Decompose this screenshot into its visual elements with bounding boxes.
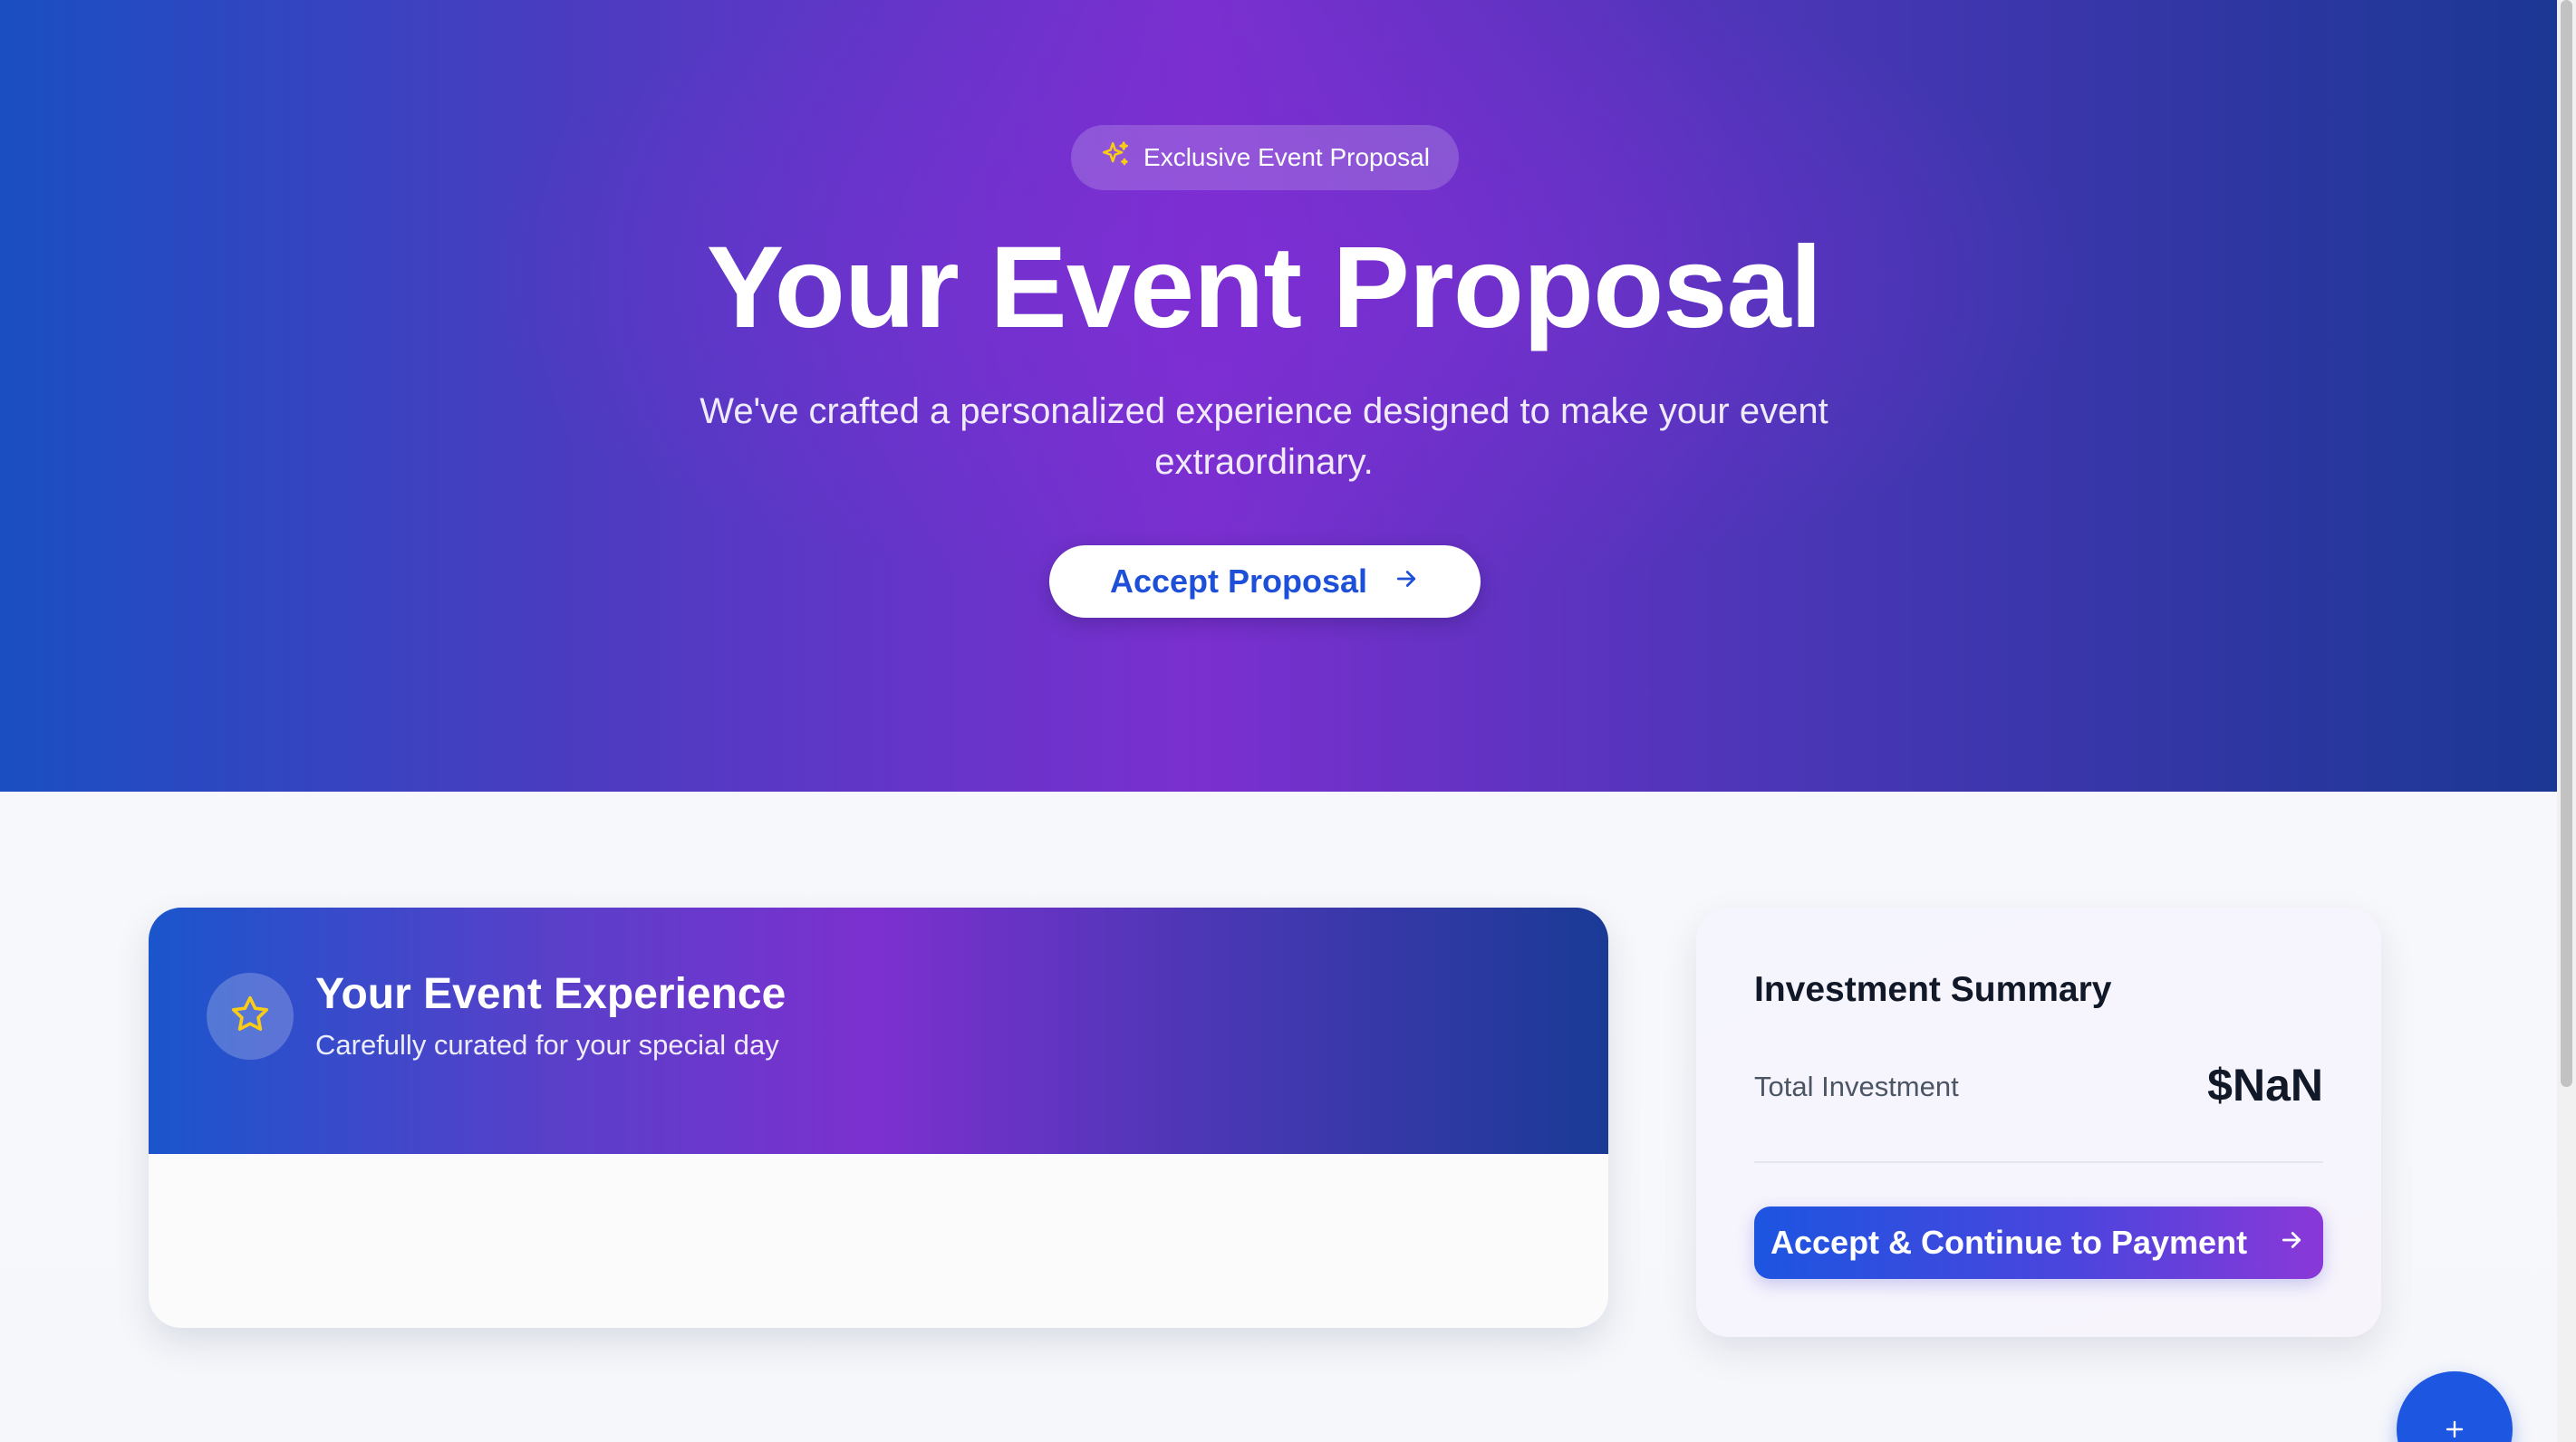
- scrollbar-thumb[interactable]: [2561, 0, 2572, 1087]
- event-card-title: Your Event Experience: [315, 970, 786, 1018]
- proposal-page: Exclusive Event Proposal Your Event Prop…: [0, 0, 2576, 1442]
- total-investment-value: $NaN: [2207, 1060, 2323, 1110]
- summary-divider: [1754, 1161, 2323, 1163]
- accept-proposal-label: Accept Proposal: [1109, 562, 1368, 600]
- hero-section: Exclusive Event Proposal Your Event Prop…: [0, 0, 2557, 792]
- floating-add-button[interactable]: [2397, 1371, 2513, 1442]
- payment-button-label: Accept & Continue to Payment: [1770, 1224, 2248, 1261]
- summary-title: Investment Summary: [1754, 970, 2112, 1009]
- arrow-right-icon: [2278, 1224, 2305, 1262]
- event-icon-badge: [207, 973, 294, 1060]
- arrow-right-icon: [1393, 562, 1420, 601]
- badge-label: Exclusive Event Proposal: [1143, 143, 1430, 171]
- total-investment-label: Total Investment: [1754, 1071, 1959, 1102]
- exclusive-badge: Exclusive Event Proposal: [1071, 125, 1459, 190]
- sparkles-icon: [1100, 139, 1131, 177]
- accept-continue-payment-button[interactable]: Accept & Continue to Payment: [1754, 1206, 2323, 1279]
- page-title: Your Event Proposal: [706, 223, 1822, 352]
- investment-summary-card: Investment Summary Total Investment $NaN…: [1696, 908, 2381, 1337]
- page-scrollbar[interactable]: [2557, 0, 2576, 1442]
- accept-proposal-button[interactable]: Accept Proposal: [1049, 545, 1481, 618]
- event-card-subtitle: Carefully curated for your special day: [315, 1029, 779, 1061]
- hero-subtitle: We've crafted a personalized experience …: [699, 391, 1828, 482]
- star-icon: [228, 993, 272, 1041]
- event-experience-card: Your Event Experience Carefully curated …: [149, 908, 1608, 1328]
- event-card-header: Your Event Experience Carefully curated …: [149, 908, 1608, 1154]
